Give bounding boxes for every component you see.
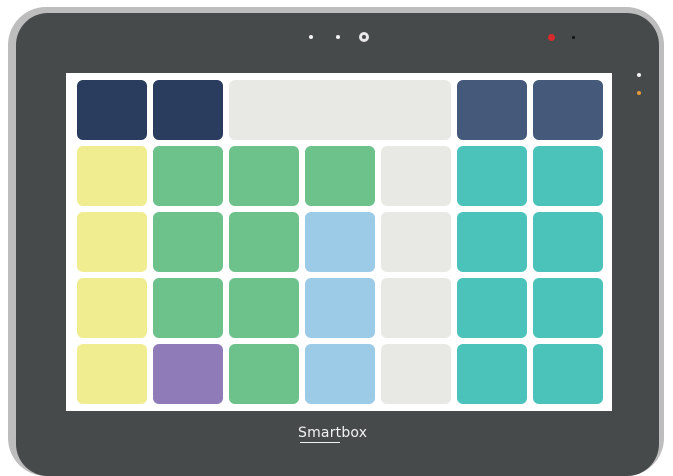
grid-cell-r1-c2[interactable] bbox=[229, 146, 299, 206]
grid-cell-r4-c4[interactable] bbox=[381, 344, 451, 404]
grid-cell-r4-c3[interactable] bbox=[305, 344, 375, 404]
grid-cell-r0-c6[interactable] bbox=[533, 80, 603, 140]
grid-cell-r4-c5[interactable] bbox=[457, 344, 527, 404]
brand-logo: Smartbox bbox=[298, 425, 368, 441]
grid-cell-r3-c5[interactable] bbox=[457, 278, 527, 338]
grid-cell-r1-c6[interactable] bbox=[533, 146, 603, 206]
grid-cell-r4-c6[interactable] bbox=[533, 344, 603, 404]
grid-cell-r3-c2[interactable] bbox=[229, 278, 299, 338]
grid-cell-r4-c1[interactable] bbox=[153, 344, 223, 404]
grid-cell-r2-c1[interactable] bbox=[153, 212, 223, 272]
grid-cell-r3-c1[interactable] bbox=[153, 278, 223, 338]
grid-cell-r4-c2[interactable] bbox=[229, 344, 299, 404]
grid-cell-r1-c0[interactable] bbox=[77, 146, 147, 206]
grid-cell-r3-c3[interactable] bbox=[305, 278, 375, 338]
grid-cell-r1-c5[interactable] bbox=[457, 146, 527, 206]
grid-cell-r2-c3[interactable] bbox=[305, 212, 375, 272]
grid-cell-r4-c0[interactable] bbox=[77, 344, 147, 404]
tablet-screen bbox=[66, 73, 612, 411]
grid-cell-r3-c6[interactable] bbox=[533, 278, 603, 338]
sensor-dot-icon bbox=[336, 35, 340, 39]
grid-cell-r3-c4[interactable] bbox=[381, 278, 451, 338]
grid-cell-r1-c1[interactable] bbox=[153, 146, 223, 206]
front-camera-icon bbox=[359, 32, 369, 42]
grid-cell-r2-c0[interactable] bbox=[77, 212, 147, 272]
brand-logo-underline bbox=[300, 442, 340, 443]
recording-indicator-icon bbox=[548, 34, 555, 41]
charge-indicator-icon bbox=[637, 91, 641, 95]
power-indicator-icon bbox=[637, 73, 641, 77]
grid-cell-r0-c0[interactable] bbox=[77, 80, 147, 140]
grid-cell-r2-c4[interactable] bbox=[381, 212, 451, 272]
grid-cell-r3-c0[interactable] bbox=[77, 278, 147, 338]
grid-cell-r0-c5[interactable] bbox=[457, 80, 527, 140]
sensor-dot-icon bbox=[309, 35, 313, 39]
grid-cell-r0-c2[interactable] bbox=[229, 80, 451, 140]
grid-cell-r2-c6[interactable] bbox=[533, 212, 603, 272]
grid-cell-r0-c1[interactable] bbox=[153, 80, 223, 140]
grid-cell-r2-c2[interactable] bbox=[229, 212, 299, 272]
grid-cell-r1-c3[interactable] bbox=[305, 146, 375, 206]
sensor-dot-icon bbox=[572, 36, 575, 39]
grid-cell-r2-c5[interactable] bbox=[457, 212, 527, 272]
grid-cell-r1-c4[interactable] bbox=[381, 146, 451, 206]
